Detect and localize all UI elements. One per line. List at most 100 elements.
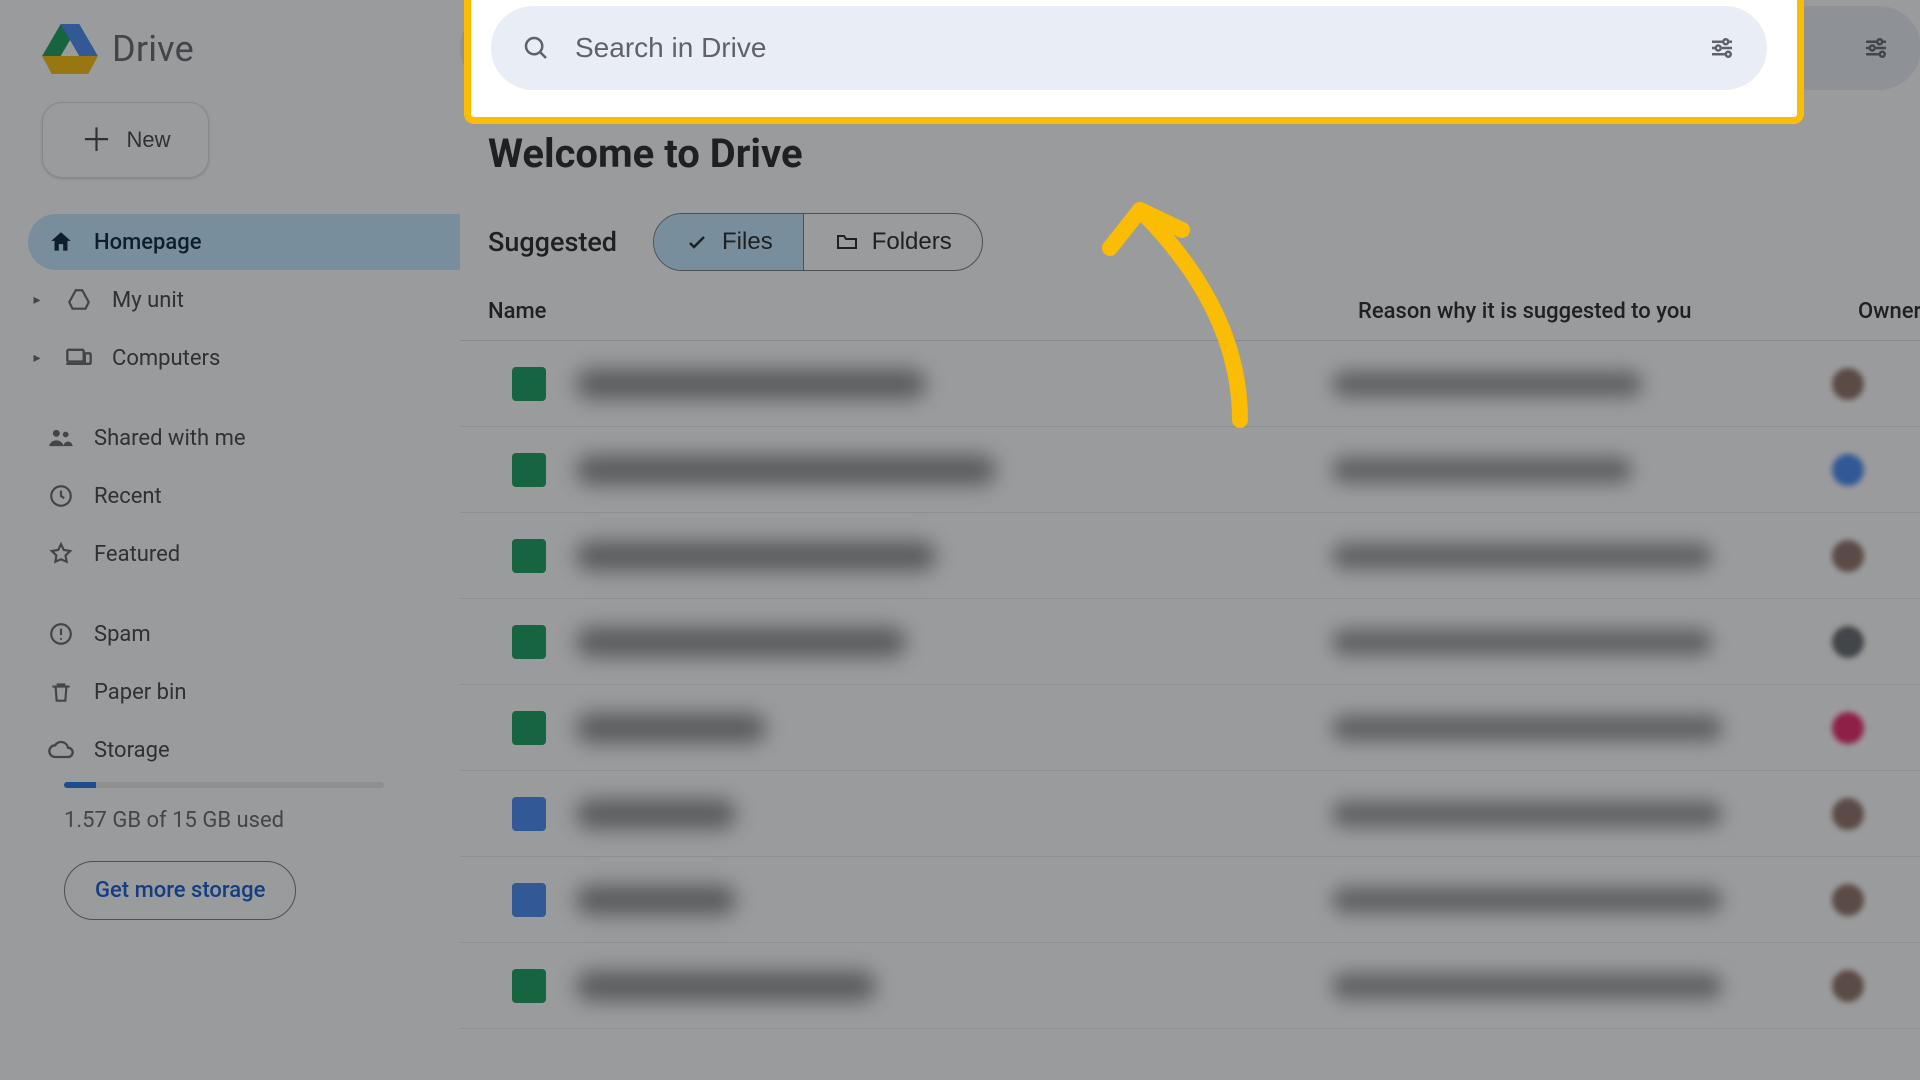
main-content: Welcome to Drive Suggested Files Folders… <box>460 0 1920 1080</box>
sidebar-item-label: Shared with me <box>94 426 246 451</box>
sidebar-item-featured[interactable]: Featured <box>28 526 460 582</box>
sidebar: Drive ＋ New Homepage ▸ My unit ▸ Compute… <box>0 0 460 1080</box>
table-header: Name Reason why it is suggested to you O… <box>460 271 1920 341</box>
sidebar-nav: Homepage ▸ My unit ▸ Computers Shared wi… <box>0 214 460 778</box>
get-more-storage-button[interactable]: Get more storage <box>64 861 296 920</box>
tune-icon[interactable] <box>1705 31 1739 65</box>
sidebar-item-homepage[interactable]: Homepage <box>28 214 460 270</box>
reason-blurred <box>1332 801 1722 827</box>
table-row[interactable] <box>460 341 1920 427</box>
file-rows <box>460 341 1920 1029</box>
plus-icon: ＋ <box>80 124 112 156</box>
file-name-blurred <box>576 627 906 657</box>
file-type-icon <box>512 797 546 831</box>
seg-folders-button[interactable]: Folders <box>804 214 982 270</box>
search-icon[interactable] <box>519 31 553 65</box>
people-icon <box>46 423 76 453</box>
caret-icon: ▸ <box>28 350 46 366</box>
home-icon <box>46 227 76 257</box>
sidebar-item-computers[interactable]: ▸ Computers <box>28 330 460 386</box>
sidebar-item-label: Paper bin <box>94 680 187 705</box>
spam-icon <box>46 619 76 649</box>
sidebar-item-shared[interactable]: Shared with me <box>28 410 460 466</box>
file-name-blurred <box>576 541 936 571</box>
table-row[interactable] <box>460 943 1920 1029</box>
column-owner[interactable]: Owner <box>1858 299 1920 324</box>
file-type-icon <box>512 969 546 1003</box>
owner-avatar <box>1832 368 1864 400</box>
owner-avatar <box>1832 884 1864 916</box>
owner-avatar <box>1832 540 1864 572</box>
segmented-control: Files Folders <box>653 213 983 271</box>
sidebar-item-label: Storage <box>94 738 170 763</box>
owner-avatar <box>1832 712 1864 744</box>
table-row[interactable] <box>460 685 1920 771</box>
reason-blurred <box>1332 629 1712 655</box>
column-reason[interactable]: Reason why it is suggested to you <box>1358 299 1858 324</box>
reason-blurred <box>1332 543 1712 569</box>
sidebar-item-label: Spam <box>94 622 151 647</box>
star-icon <box>46 539 76 569</box>
owner-avatar <box>1832 626 1864 658</box>
seg-files-label: Files <box>722 228 773 256</box>
file-type-icon <box>512 625 546 659</box>
file-name-blurred <box>576 799 736 829</box>
file-name-blurred <box>576 971 876 1001</box>
drive-logo-icon <box>42 24 98 74</box>
file-type-icon <box>512 367 546 401</box>
owner-avatar <box>1832 970 1864 1002</box>
reason-blurred <box>1332 371 1642 397</box>
storage-bar <box>64 782 384 788</box>
clock-icon <box>46 481 76 511</box>
file-type-icon <box>512 539 546 573</box>
reason-blurred <box>1332 887 1722 913</box>
devices-icon <box>64 343 94 373</box>
table-row[interactable] <box>460 771 1920 857</box>
file-name-blurred <box>576 369 926 399</box>
reason-blurred <box>1332 457 1632 483</box>
sidebar-item-storage[interactable]: Storage <box>28 722 460 778</box>
file-name-blurred <box>576 455 996 485</box>
storage-used-text: 1.57 GB of 15 GB used <box>64 808 400 833</box>
owner-avatar <box>1832 454 1864 486</box>
sidebar-item-label: Computers <box>112 346 220 371</box>
sidebar-item-label: Homepage <box>94 230 202 255</box>
sidebar-item-label: Recent <box>94 484 162 509</box>
table-row[interactable] <box>460 857 1920 943</box>
file-name-blurred <box>576 713 766 743</box>
new-button[interactable]: ＋ New <box>42 102 209 178</box>
sidebar-item-recent[interactable]: Recent <box>28 468 460 524</box>
owner-avatar <box>1832 798 1864 830</box>
sidebar-item-my-unit[interactable]: ▸ My unit <box>28 272 460 328</box>
search-input[interactable] <box>575 32 1683 64</box>
brand: Drive <box>0 24 460 102</box>
search-bar[interactable] <box>491 6 1767 90</box>
table-row[interactable] <box>460 513 1920 599</box>
check-icon <box>684 229 710 255</box>
sidebar-item-trash[interactable]: Paper bin <box>28 664 460 720</box>
search-highlight <box>464 0 1804 124</box>
sidebar-item-label: Featured <box>94 542 180 567</box>
tune-icon[interactable] <box>1859 31 1893 65</box>
folder-icon <box>834 229 860 255</box>
trash-icon <box>46 677 76 707</box>
new-button-label: New <box>127 127 171 153</box>
file-type-icon <box>512 711 546 745</box>
brand-name: Drive <box>112 28 194 70</box>
storage-block: 1.57 GB of 15 GB used Get more storage <box>0 782 460 920</box>
reason-blurred <box>1332 715 1722 741</box>
table-row[interactable] <box>460 427 1920 513</box>
file-name-blurred <box>576 885 736 915</box>
seg-files-button[interactable]: Files <box>654 214 804 270</box>
suggested-label: Suggested <box>488 226 617 258</box>
column-name[interactable]: Name <box>488 299 1358 324</box>
seg-folders-label: Folders <box>872 228 952 256</box>
file-type-icon <box>512 883 546 917</box>
sidebar-item-spam[interactable]: Spam <box>28 606 460 662</box>
caret-icon: ▸ <box>28 292 46 308</box>
sidebar-item-label: My unit <box>112 288 184 313</box>
table-row[interactable] <box>460 599 1920 685</box>
drive-icon <box>64 285 94 315</box>
reason-blurred <box>1332 973 1722 999</box>
file-type-icon <box>512 453 546 487</box>
